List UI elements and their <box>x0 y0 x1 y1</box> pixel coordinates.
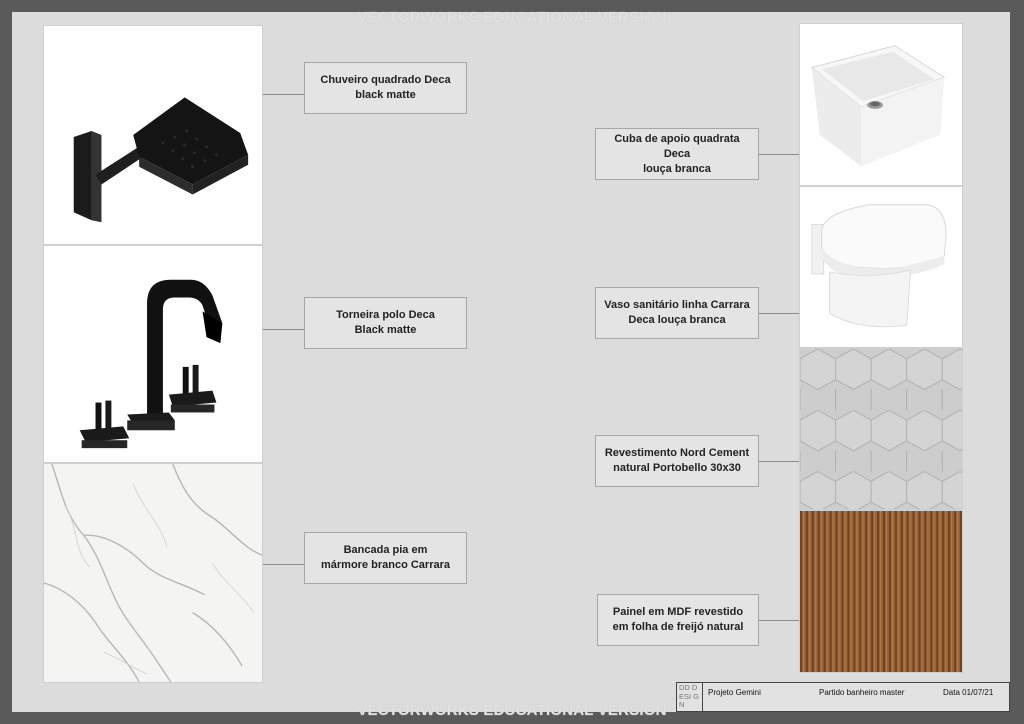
label-shower: Chuveiro quadrado Deca black matte <box>304 62 467 114</box>
hex-tile-icon <box>800 349 962 509</box>
leader-line <box>263 564 304 565</box>
label-panel: Painel em MDF revestido em folha de freij… <box>597 594 759 646</box>
leader-line <box>759 620 799 621</box>
project-name: Projeto Gemini <box>708 688 761 697</box>
toilet-icon <box>811 204 947 328</box>
title-block: DD DESI GN Projeto Gemini Partido banhei… <box>676 682 1010 712</box>
faucet-image <box>43 245 263 463</box>
wood-slat-icon <box>800 511 962 672</box>
sink-image <box>799 23 963 186</box>
logo: DD DESI GN <box>677 683 703 711</box>
wood-panel-image <box>799 510 963 673</box>
label-sink: Cuba de apoio quadrata Deca louça branca <box>595 128 759 180</box>
sheet-date: Data 01/07/21 <box>943 688 994 697</box>
label-tile: Revestimento Nord Cement natural Portobel… <box>595 435 759 487</box>
hex-tile-image <box>799 348 963 510</box>
shower-head-icon <box>73 97 249 223</box>
faucet-icon <box>79 279 223 449</box>
leader-line <box>759 154 799 155</box>
sink-icon <box>810 45 946 167</box>
marble-texture-icon <box>44 464 262 682</box>
leader-line <box>759 461 799 462</box>
toilet-image <box>799 186 963 348</box>
leader-line <box>759 313 799 314</box>
leader-line <box>263 94 304 95</box>
label-countertop: Bancada pia em mármore branco Carrara <box>304 532 467 584</box>
sheet-title: Partido banheiro master <box>819 688 905 697</box>
shower-head-image <box>43 25 263 245</box>
label-faucet: Torneira polo Deca Black matte <box>304 297 467 349</box>
label-toilet: Vaso sanitário linha Carrara Deca louça b… <box>595 287 759 339</box>
leader-line <box>263 329 304 330</box>
marble-image <box>43 463 263 683</box>
